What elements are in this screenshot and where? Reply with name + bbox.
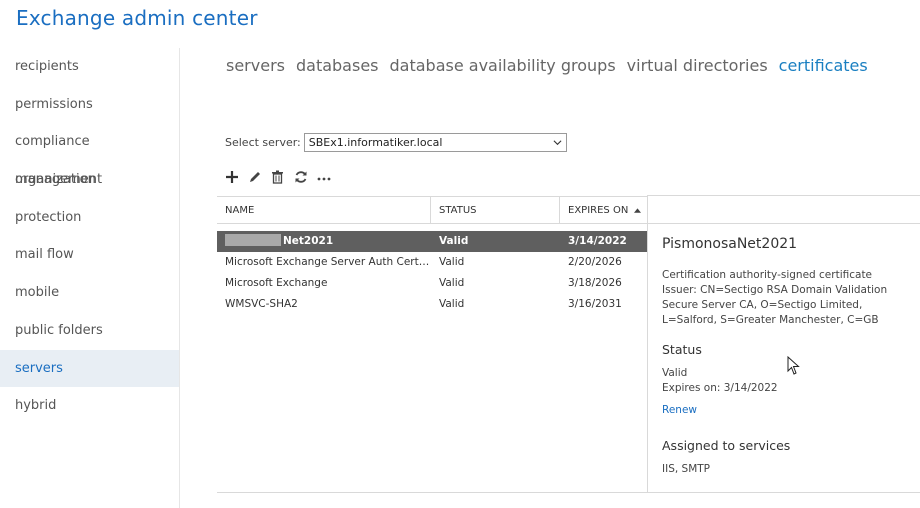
cell-expires: 3/16/2031 bbox=[568, 298, 622, 310]
server-select-group: Select server: SBEx1.informatiker.local bbox=[225, 133, 567, 152]
details-issuer: Issuer: CN=Sectigo RSA Domain Validation… bbox=[662, 284, 888, 326]
certificates-table: NAME STATUS EXPIRES ON Net2021 Valid 3/1… bbox=[217, 196, 647, 315]
renew-link[interactable]: Renew bbox=[662, 404, 920, 416]
details-title: PismonosaNet2021 bbox=[662, 236, 798, 252]
mouse-cursor-icon bbox=[787, 356, 800, 375]
cell-name: Net2021 bbox=[217, 231, 431, 252]
sidebar-item-mail-flow[interactable]: mail flow bbox=[0, 236, 179, 274]
table-header: NAME STATUS EXPIRES ON bbox=[217, 196, 647, 224]
cell-status: Valid bbox=[439, 256, 465, 268]
cell-status: Valid bbox=[439, 235, 469, 247]
sidebar-item-mobile[interactable]: mobile bbox=[0, 274, 179, 312]
details-services-value: IIS, SMTP bbox=[662, 463, 711, 475]
sort-ascending-icon bbox=[634, 208, 641, 213]
sidebar-item-permissions[interactable]: permissions bbox=[0, 86, 179, 124]
chevron-down-icon bbox=[553, 140, 562, 146]
sidebar-item-compliance-management[interactable]: compliance management bbox=[0, 123, 179, 187]
sidebar-item-hybrid[interactable]: hybrid bbox=[0, 387, 179, 425]
column-header-expires[interactable]: EXPIRES ON bbox=[560, 197, 647, 223]
table-row[interactable]: Microsoft Exchange Valid 3/18/2026 bbox=[217, 273, 647, 294]
refresh-icon[interactable] bbox=[291, 167, 310, 186]
tab-servers[interactable]: servers bbox=[226, 56, 285, 75]
app-title: Exchange admin center bbox=[16, 6, 258, 30]
tab-bar: servers databases database availability … bbox=[226, 56, 868, 75]
table-row[interactable]: Microsoft Exchange Server Auth Certifi..… bbox=[217, 252, 647, 273]
sidebar-item-public-folders[interactable]: public folders bbox=[0, 312, 179, 350]
details-divider bbox=[647, 196, 648, 224]
server-select-label: Select server: bbox=[225, 136, 301, 149]
sidebar-item-servers[interactable]: servers bbox=[0, 349, 179, 388]
cell-name: Microsoft Exchange bbox=[225, 277, 328, 289]
details-status-heading: Status bbox=[662, 342, 702, 357]
cell-status: Valid bbox=[439, 298, 465, 310]
table-row[interactable]: Net2021 Valid 3/14/2022 bbox=[217, 231, 647, 252]
sidebar-item-recipients[interactable]: recipients bbox=[0, 48, 179, 86]
cell-expires: 3/18/2026 bbox=[568, 277, 622, 289]
add-icon[interactable] bbox=[222, 167, 241, 186]
tab-certificates[interactable]: certificates bbox=[779, 56, 868, 75]
column-header-status[interactable]: STATUS bbox=[431, 197, 560, 223]
cell-name-text: Net2021 bbox=[283, 235, 334, 247]
server-select-dropdown[interactable]: SBEx1.informatiker.local bbox=[303, 133, 567, 152]
tab-virtual-directories[interactable]: virtual directories bbox=[627, 56, 768, 75]
tab-databases[interactable]: databases bbox=[296, 56, 379, 75]
column-header-name[interactable]: NAME bbox=[217, 197, 431, 223]
cell-expires: 3/14/2022 bbox=[568, 235, 627, 247]
column-header-expires-label: EXPIRES ON bbox=[568, 205, 629, 216]
toolbar bbox=[222, 167, 333, 186]
server-select-value: SBEx1.informatiker.local bbox=[308, 136, 443, 149]
details-expires: Expires on: 3/14/2022 bbox=[662, 382, 778, 394]
cell-expires: 2/20/2026 bbox=[568, 256, 622, 268]
cell-status: Valid bbox=[439, 277, 465, 289]
details-certificate-type: Certification authority-signed certifica… bbox=[662, 269, 873, 281]
sidebar-item-organization[interactable]: organization bbox=[0, 161, 179, 199]
details-pane: PismonosaNet2021 Certification authority… bbox=[647, 223, 920, 493]
details-services-heading: Assigned to services bbox=[662, 438, 791, 453]
cell-name: WMSVC-SHA2 bbox=[225, 298, 298, 310]
cell-name: Microsoft Exchange Server Auth Certifi..… bbox=[225, 256, 431, 268]
table-row[interactable]: WMSVC-SHA2 Valid 3/16/2031 bbox=[217, 294, 647, 315]
sidebar-item-protection[interactable]: protection bbox=[0, 199, 179, 237]
table-bottom-border bbox=[217, 492, 647, 493]
details-header-line bbox=[647, 195, 920, 196]
tab-database-availability-groups[interactable]: database availability groups bbox=[390, 56, 616, 75]
more-icon[interactable] bbox=[314, 167, 333, 186]
sidebar: recipients permissions compliance manage… bbox=[0, 48, 180, 508]
redacted-block bbox=[225, 234, 281, 246]
delete-icon[interactable] bbox=[268, 167, 287, 186]
edit-icon[interactable] bbox=[245, 167, 264, 186]
